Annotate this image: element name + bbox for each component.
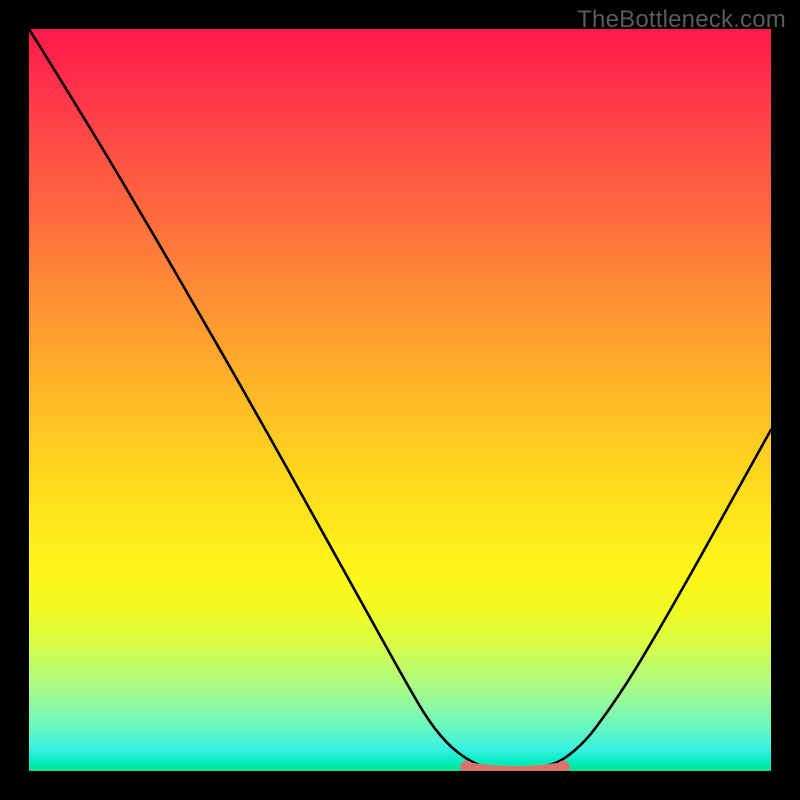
valley-curve bbox=[29, 29, 771, 770]
chart-svg bbox=[29, 29, 771, 771]
highlight-marker bbox=[460, 761, 569, 771]
watermark-text: TheBottleneck.com bbox=[577, 6, 786, 34]
plot-area bbox=[29, 29, 771, 771]
chart-frame: TheBottleneck.com bbox=[0, 0, 800, 800]
